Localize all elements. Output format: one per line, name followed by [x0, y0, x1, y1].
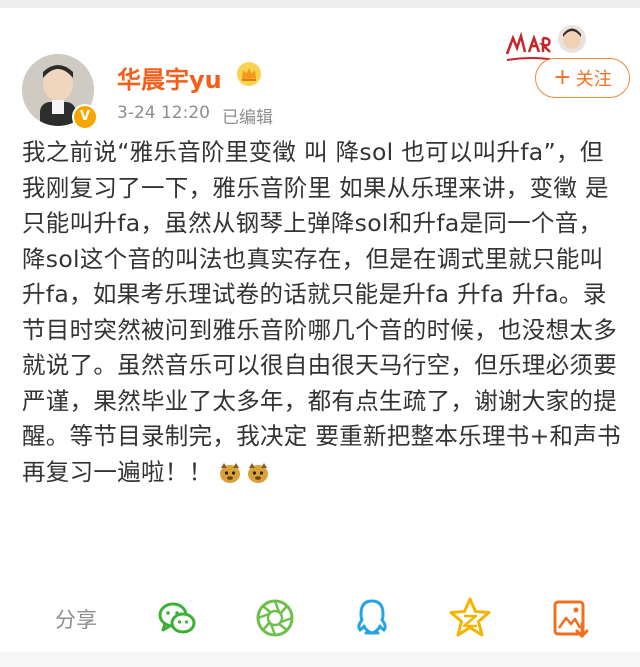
moments-icon[interactable] [253, 596, 297, 640]
post-meta: 3-24 12:20 已编辑 [117, 103, 273, 128]
username[interactable]: 华晨宇yu [117, 60, 222, 95]
qzone-icon[interactable] [448, 596, 492, 640]
plus-icon: + [553, 65, 572, 90]
bottom-strip [0, 652, 640, 667]
top-strip [0, 0, 640, 8]
qq-icon[interactable] [350, 596, 394, 640]
post-date: 3-24 12:20 [117, 103, 210, 123]
edited-label: 已编辑 [221, 108, 273, 128]
share-bar: 分享 [0, 590, 640, 650]
post-header: V 华晨宇yu 3-24 12:20 已编辑 + 关注 [0, 8, 640, 130]
follow-label: 关注 [575, 69, 612, 90]
emoji-group [218, 460, 270, 484]
verified-badge-icon: V [72, 104, 98, 130]
crown-icon[interactable] [236, 61, 262, 87]
emoji-2-icon [248, 462, 269, 483]
emoji-1-icon [220, 462, 241, 483]
post-body: 我之前说“雅乐音阶里变徵 叫 降sol 也可以叫升fa”，但我刚复习了一下，雅乐… [22, 135, 622, 490]
save-image-icon[interactable] [548, 596, 592, 640]
brand-avatar [558, 25, 586, 53]
brand-face-icon [563, 28, 581, 49]
post-text: 我之前说“雅乐音阶里变徵 叫 降sol 也可以叫升fa”，但我刚复习了一下，雅乐… [22, 138, 621, 486]
follow-button[interactable]: + 关注 [535, 58, 630, 98]
share-label: 分享 [55, 608, 97, 632]
wechat-icon[interactable] [155, 596, 199, 640]
